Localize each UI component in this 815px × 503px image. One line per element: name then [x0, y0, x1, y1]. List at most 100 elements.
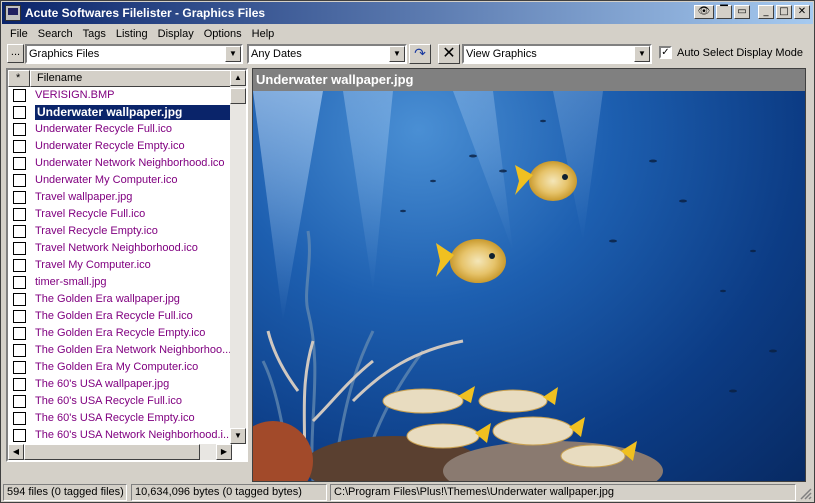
filename-label: Travel Network Neighborhood.ico	[35, 242, 198, 254]
resize-grip-icon[interactable]	[798, 486, 812, 500]
tag-checkbox[interactable]	[13, 378, 26, 391]
tag-checkbox[interactable]	[13, 344, 26, 357]
filename-label: The Golden Era My Computer.ico	[35, 361, 199, 373]
menu-file[interactable]: File	[5, 28, 33, 40]
horizontal-scrollbar[interactable]: ◀ ▶	[8, 444, 232, 460]
file-row[interactable]: Underwater My Computer.ico	[8, 172, 232, 189]
menu-help[interactable]: Help	[247, 28, 280, 40]
view-mode-combo[interactable]: View Graphics ▼	[462, 44, 652, 64]
menu-listing[interactable]: Listing	[111, 28, 153, 40]
tag-checkbox[interactable]	[13, 293, 26, 306]
tag-checkbox[interactable]	[13, 361, 26, 374]
title-bar[interactable]: Acute Softwares Filelister - Graphics Fi…	[2, 2, 813, 24]
tag-checkbox[interactable]	[13, 276, 26, 289]
file-row[interactable]: The 60's USA Recycle Full.ico	[8, 393, 232, 410]
browse-button[interactable]: ...	[7, 44, 24, 63]
file-row[interactable]: Travel wallpaper.jpg	[8, 189, 232, 206]
file-row[interactable]: The 60's USA wallpaper.jpg	[8, 376, 232, 393]
file-row[interactable]: Travel My Computer.ico	[8, 257, 232, 274]
filename-label: The 60's USA Network Neighborhood.i...	[35, 429, 231, 441]
menu-tags[interactable]: Tags	[78, 28, 111, 40]
filename-label: VERISIGN.BMP	[35, 89, 115, 101]
tag-checkbox[interactable]	[13, 106, 26, 119]
file-row[interactable]: Underwater wallpaper.jpg	[8, 104, 232, 121]
file-row[interactable]: The Golden Era Recycle Empty.ico	[8, 325, 232, 342]
filename-label: Underwater Recycle Empty.ico	[35, 140, 185, 152]
file-row[interactable]: Travel Network Neighborhood.ico	[8, 240, 232, 257]
filename-label: Underwater Recycle Full.ico	[35, 123, 172, 135]
filename-label: The Golden Era Network Neighborhoo...	[35, 344, 231, 356]
filename-label: Travel My Computer.ico	[35, 259, 151, 271]
refresh-icon[interactable]: ↷	[409, 44, 431, 64]
rollup-icon[interactable]: ▭	[734, 5, 750, 19]
preview-title: Underwater wallpaper.jpg	[253, 69, 805, 91]
file-row[interactable]: The Golden Era wallpaper.jpg	[8, 291, 232, 308]
file-row[interactable]: The Golden Era Network Neighborhoo...	[8, 342, 232, 359]
filename-label: The Golden Era Recycle Full.ico	[35, 310, 193, 322]
file-row[interactable]: VERISIGN.BMP	[8, 87, 232, 104]
window-title: Acute Softwares Filelister - Graphics Fi…	[25, 6, 266, 20]
menu-options[interactable]: Options	[199, 28, 247, 40]
tag-checkbox[interactable]	[13, 225, 26, 238]
file-row[interactable]: The Golden Era Recycle Full.ico	[8, 308, 232, 325]
tag-column-header[interactable]: *	[8, 70, 30, 87]
tag-checkbox[interactable]	[13, 242, 26, 255]
tag-checkbox[interactable]	[13, 259, 26, 272]
filename-column-header[interactable]: Filename	[30, 70, 232, 87]
file-row[interactable]: Underwater Recycle Full.ico	[8, 121, 232, 138]
date-combo[interactable]: Any Dates ▼	[247, 44, 407, 64]
horizontal-scroll-thumb[interactable]	[24, 444, 200, 460]
maximize-icon[interactable]: □	[776, 5, 792, 19]
file-row[interactable]: The 60's USA Recycle Empty.ico	[8, 410, 232, 427]
file-row[interactable]: Underwater Recycle Empty.ico	[8, 138, 232, 155]
file-row[interactable]: The Golden Era My Computer.ico	[8, 359, 232, 376]
auto-select-checkbox[interactable]: ✓	[659, 46, 672, 59]
file-row[interactable]: Travel Recycle Empty.ico	[8, 223, 232, 240]
cancel-x-icon[interactable]: ✕	[438, 44, 460, 64]
menu-display[interactable]: Display	[153, 28, 199, 40]
file-row[interactable]: Travel Recycle Full.ico	[8, 206, 232, 223]
preview-image[interactable]	[253, 91, 805, 481]
minimize-icon[interactable]: _	[758, 5, 774, 19]
file-row[interactable]: Underwater Network Neighborhood.ico	[8, 155, 232, 172]
tag-checkbox[interactable]	[13, 395, 26, 408]
menu-search[interactable]: Search	[33, 28, 78, 40]
tag-checkbox[interactable]	[13, 89, 26, 102]
underwater-scene-image	[253, 91, 777, 481]
scroll-right-icon[interactable]: ▶	[216, 444, 232, 460]
filename-label: Underwater My Computer.ico	[35, 174, 178, 186]
chevron-down-icon[interactable]: ▼	[634, 46, 650, 62]
shade-icon[interactable]: ▔	[716, 5, 732, 19]
app-computer-icon[interactable]	[5, 5, 21, 21]
vertical-scroll-thumb[interactable]	[230, 88, 246, 104]
scroll-up-icon[interactable]: ▲	[230, 70, 246, 86]
close-icon[interactable]: ✕	[794, 5, 810, 19]
tag-checkbox[interactable]	[13, 208, 26, 221]
filename-label: The 60's USA Recycle Full.ico	[35, 395, 182, 407]
scroll-down-icon[interactable]: ▼	[230, 428, 246, 444]
tag-checkbox[interactable]	[13, 123, 26, 136]
file-row[interactable]: timer-small.jpg	[8, 274, 232, 291]
filename-label: Underwater wallpaper.jpg	[35, 105, 231, 120]
status-file-count: 594 files (0 tagged files)	[3, 484, 127, 501]
eye-icon[interactable]: 👁	[694, 5, 714, 19]
tag-checkbox[interactable]	[13, 310, 26, 323]
scroll-left-icon[interactable]: ◀	[8, 444, 24, 460]
date-value: Any Dates	[251, 48, 302, 60]
filename-label: timer-small.jpg	[35, 276, 107, 288]
tag-checkbox[interactable]	[13, 429, 26, 442]
filename-label: The 60's USA wallpaper.jpg	[35, 378, 170, 390]
vertical-scrollbar[interactable]: ▲ ▼	[230, 70, 246, 444]
tag-checkbox[interactable]	[13, 157, 26, 170]
tag-checkbox[interactable]	[13, 191, 26, 204]
chevron-down-icon[interactable]: ▼	[225, 46, 241, 62]
tag-checkbox[interactable]	[13, 174, 26, 187]
tag-checkbox[interactable]	[13, 140, 26, 153]
chevron-down-icon[interactable]: ▼	[389, 46, 405, 62]
view-mode-value: View Graphics	[466, 48, 537, 60]
tag-checkbox[interactable]	[13, 412, 26, 425]
file-type-combo[interactable]: Graphics Files ▼	[25, 44, 243, 64]
status-path: C:\Program Files\Plus!\Themes\Underwater…	[330, 484, 796, 501]
file-row[interactable]: The 60's USA Network Neighborhood.i...	[8, 427, 232, 444]
tag-checkbox[interactable]	[13, 327, 26, 340]
